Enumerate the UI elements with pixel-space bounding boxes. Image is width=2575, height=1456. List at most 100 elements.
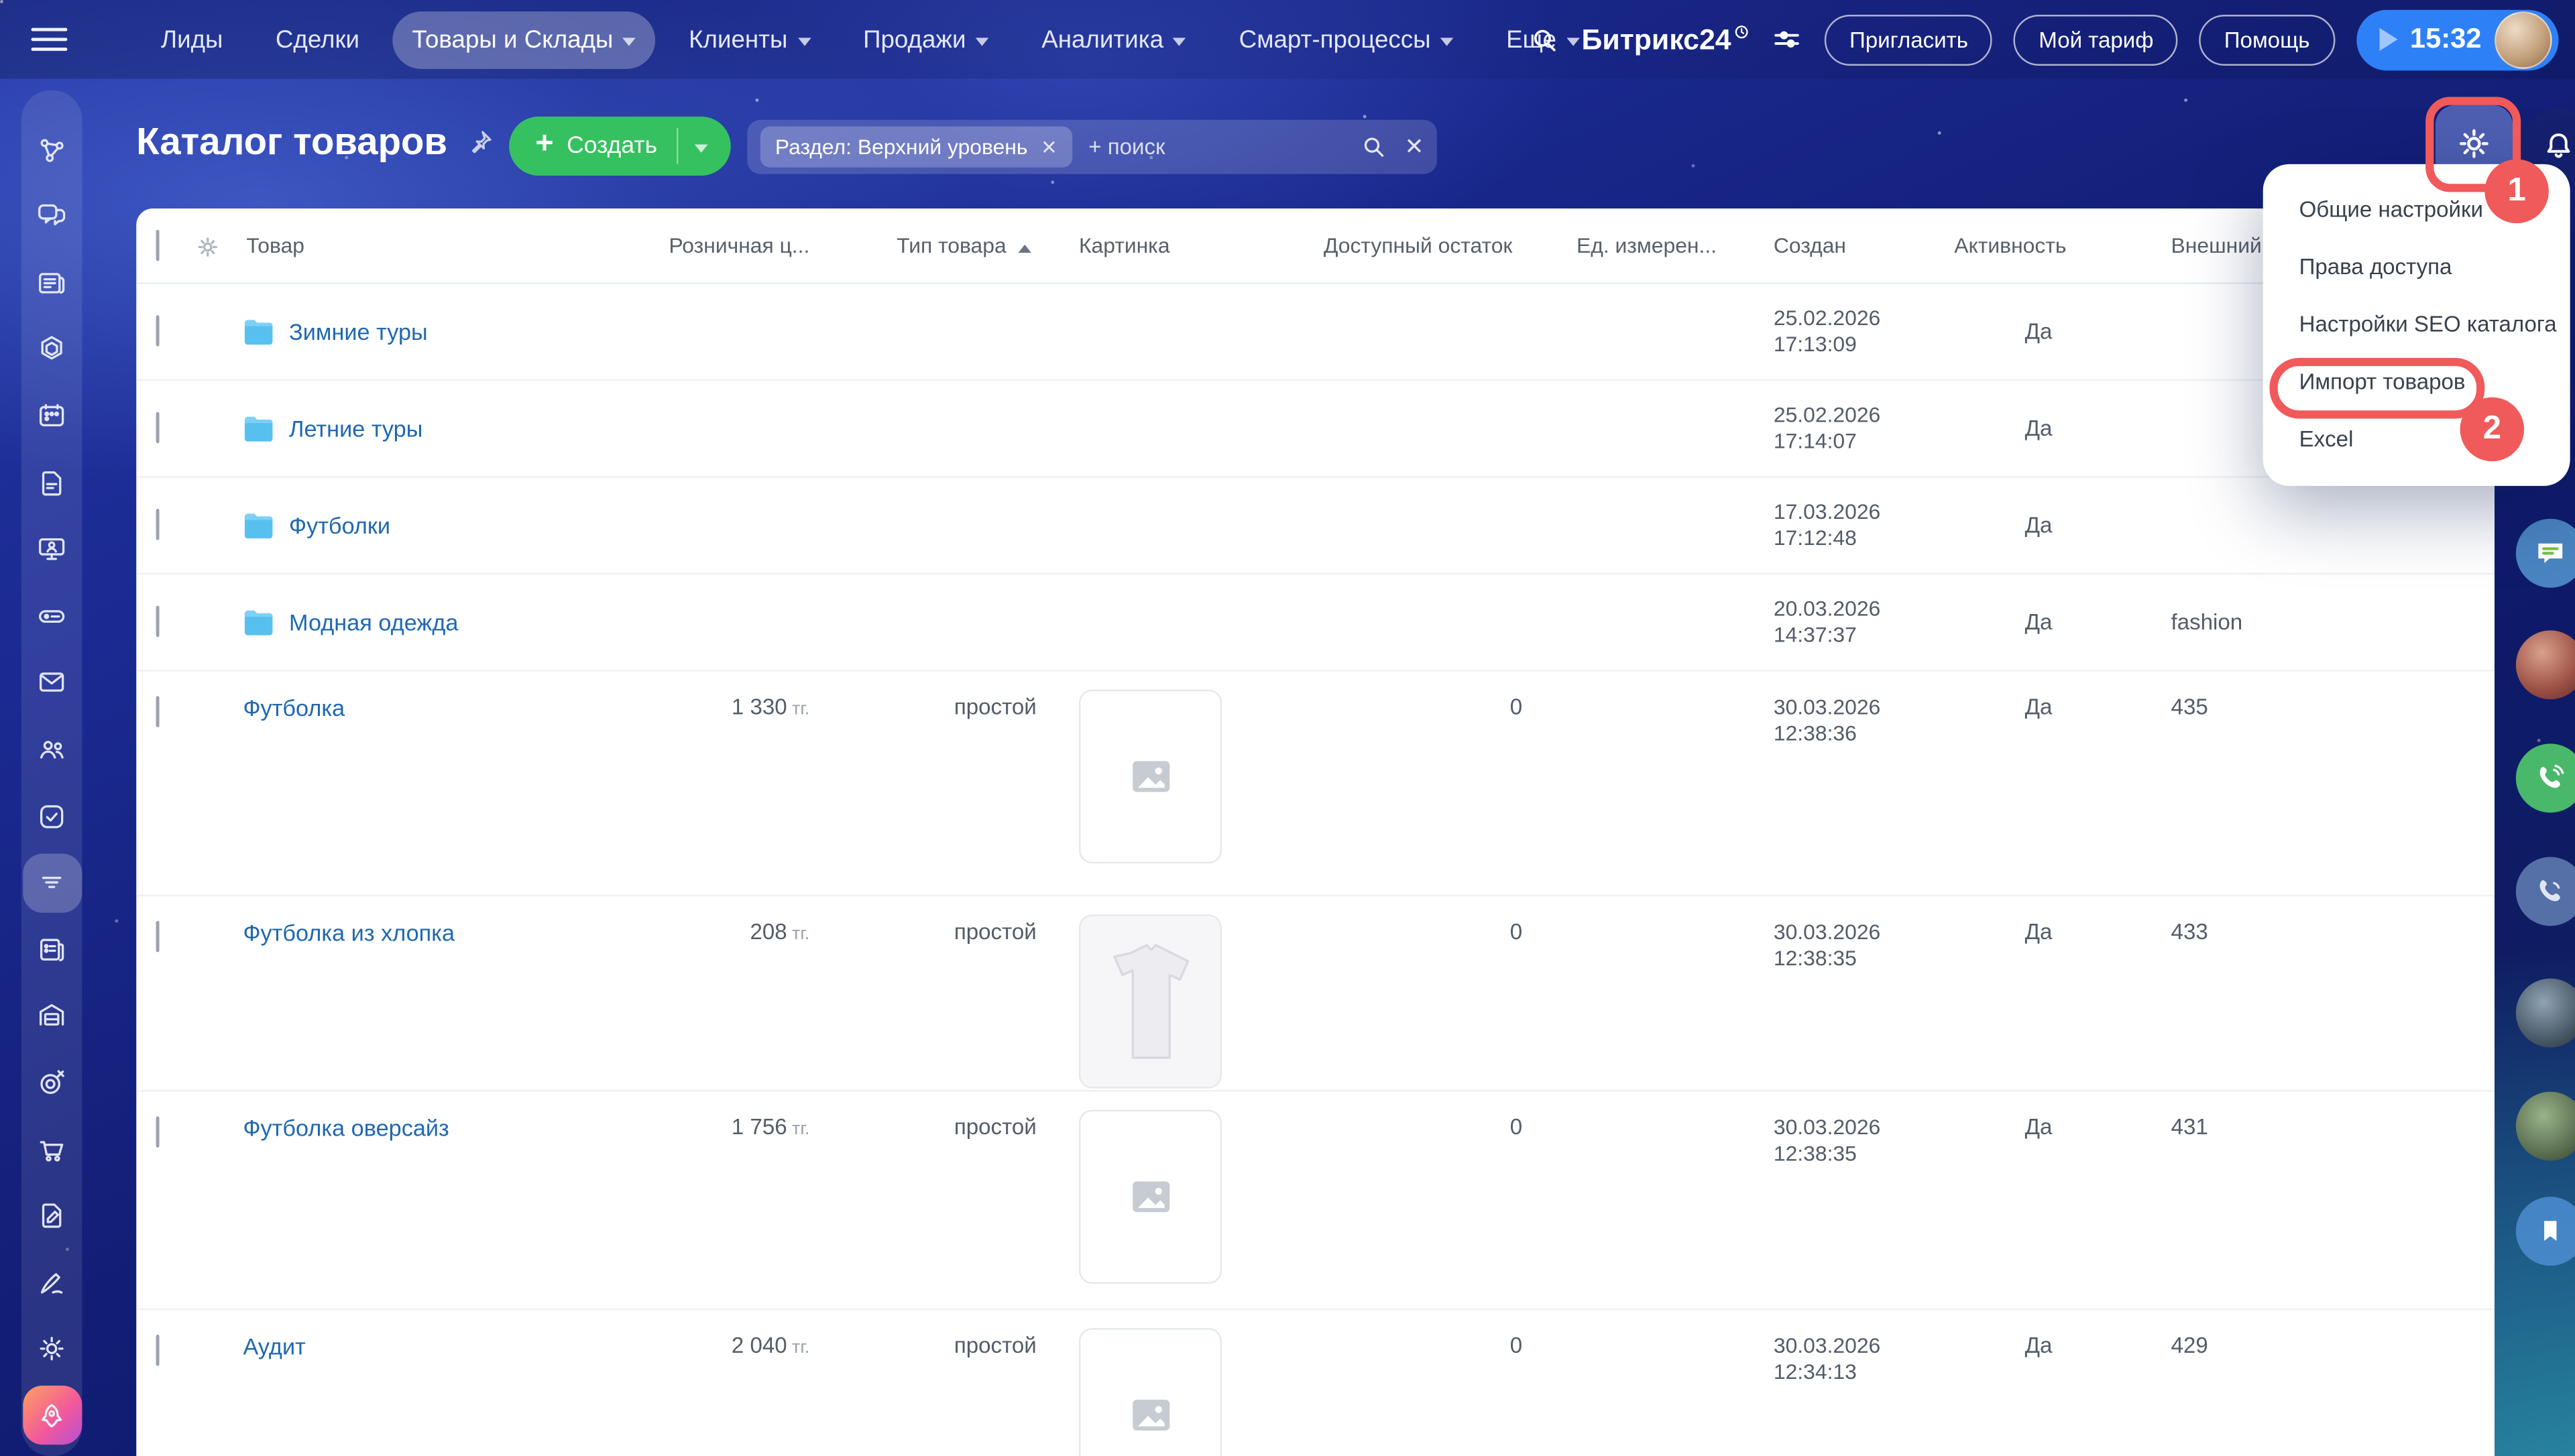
product-image-placeholder[interactable]: [1078, 689, 1222, 864]
filter-chip[interactable]: Раздел: Верхний уровень ✕: [760, 126, 1072, 168]
row-name-link[interactable]: Футболки: [289, 512, 390, 538]
column-header-product[interactable]: Товар: [246, 233, 304, 258]
user-avatar-2[interactable]: [2515, 978, 2575, 1048]
document-edit-icon[interactable]: [22, 1187, 81, 1246]
column-header-image[interactable]: Картинка: [1079, 233, 1170, 258]
type-cell: простой: [954, 694, 1037, 719]
phone-icon[interactable]: [2515, 857, 2575, 926]
row-checkbox[interactable]: [156, 509, 160, 540]
menu-item-4[interactable]: Excel: [2263, 410, 2570, 468]
column-header-created[interactable]: Создан: [1774, 233, 1846, 258]
row-checkbox[interactable]: [156, 605, 160, 638]
document-icon[interactable]: [22, 453, 81, 512]
table-row[interactable]: Летние туры 25.02.2026 17:14:07 Да: [136, 381, 2495, 478]
table-row[interactable]: Аудит 2 040 тг. простой 0 30.03.2026 12:34:13 Д…: [136, 1310, 2495, 1456]
table-row[interactable]: Футболка 1 330 тг. простой 0 30.03.2026 12:38:…: [136, 672, 2495, 897]
brand-logo[interactable]: Битрикс24: [1582, 22, 1750, 56]
row-checkbox[interactable]: [156, 412, 160, 444]
warehouse-icon[interactable]: [22, 986, 81, 1045]
row-checkbox[interactable]: [156, 315, 160, 347]
feed-icon[interactable]: [22, 253, 81, 312]
row-checkbox[interactable]: [156, 1335, 160, 1366]
table-row[interactable]: Футболка оверсайз 1 756 тг. простой 0 30.03.2…: [136, 1092, 2495, 1311]
filter-search-bar[interactable]: Раздел: Верхний уровень ✕ + поиск ✕: [747, 119, 1437, 174]
topbar-right: Битрикс24 Пригласить Мой тариф Помощь 15…: [1529, 0, 2559, 79]
table-row[interactable]: Модная одежда 20.03.2026 14:37:37 Да fashion: [136, 574, 2495, 672]
row-checkbox[interactable]: [156, 1116, 160, 1148]
product-image[interactable]: [1078, 914, 1222, 1089]
table-row[interactable]: Зимние туры 25.02.2026 17:13:09 Да: [136, 284, 2495, 381]
chat-bubble-icon[interactable]: [2515, 518, 2575, 588]
tasks-icon[interactable]: [22, 786, 81, 845]
create-button[interactable]: + Создать: [509, 116, 732, 176]
row-name-link[interactable]: Летние туры: [289, 416, 422, 442]
user-avatar[interactable]: [2495, 10, 2552, 68]
column-header-price[interactable]: Розничная ц...: [622, 233, 809, 258]
column-header-unit[interactable]: Ед. измерен...: [1577, 233, 1717, 258]
search-icon[interactable]: [1529, 24, 1560, 56]
product-image-placeholder[interactable]: [1078, 1328, 1222, 1456]
product-image-placeholder[interactable]: [1078, 1109, 1222, 1284]
row-name-link[interactable]: Аудит: [243, 1333, 305, 1359]
nav-item-2[interactable]: Товары и Склады: [392, 10, 656, 68]
user-avatar-3[interactable]: [2515, 1091, 2575, 1161]
column-header-stock[interactable]: Доступный остаток: [1324, 233, 1512, 258]
row-name-link[interactable]: Зимние туры: [289, 318, 428, 345]
table-row[interactable]: Футболки 17.03.2026 17:12:48 Да: [136, 478, 2495, 575]
funnel-icon[interactable]: [22, 853, 82, 912]
row-checkbox[interactable]: [156, 920, 160, 953]
calendar-icon[interactable]: [22, 386, 81, 445]
target-icon[interactable]: [22, 1053, 81, 1112]
sliders-icon[interactable]: [1770, 23, 1803, 56]
menu-item-1[interactable]: Права доступа: [2263, 238, 2570, 296]
row-name-link[interactable]: Футболка оверсайз: [243, 1115, 449, 1141]
select-all-checkbox[interactable]: [156, 229, 160, 261]
column-header-type[interactable]: Тип товара: [897, 233, 1031, 257]
nav-item-6[interactable]: Смарт-процессы: [1219, 11, 1473, 68]
bookmark-icon[interactable]: [2515, 1197, 2575, 1266]
mail-icon[interactable]: [22, 653, 81, 712]
clipboard-icon[interactable]: [22, 920, 81, 979]
hexagon-icon[interactable]: [22, 320, 81, 379]
stock-cell: 0: [1509, 694, 1523, 719]
network-icon[interactable]: [22, 120, 81, 179]
row-name-link[interactable]: Модная одежда: [289, 609, 458, 635]
menu-icon[interactable]: [31, 27, 68, 51]
remove-filter-icon[interactable]: ✕: [1041, 135, 1057, 158]
time-tracker-pill[interactable]: 15:32: [2356, 9, 2559, 70]
people-icon[interactable]: [22, 720, 81, 779]
nav-item-5[interactable]: Аналитика: [1022, 11, 1206, 68]
chevron-down-icon[interactable]: [695, 143, 709, 152]
menu-item-2[interactable]: Настройки SEO каталога: [2263, 296, 2570, 353]
nav-item-4[interactable]: Продажи: [844, 11, 1009, 68]
created-cell: 25.02.2026 17:13:09: [1773, 305, 1881, 357]
drive-icon[interactable]: [22, 587, 81, 646]
annotation-badge-2: 2: [2460, 397, 2525, 462]
row-checkbox[interactable]: [156, 696, 160, 727]
column-header-active[interactable]: Активность: [1954, 233, 2066, 258]
nav-item-3[interactable]: Клиенты: [669, 11, 830, 68]
chat-icon[interactable]: [22, 186, 81, 245]
search-placeholder[interactable]: + поиск: [1088, 135, 1360, 160]
clear-search-icon[interactable]: ✕: [1405, 133, 1424, 161]
column-settings-gear-icon[interactable]: [195, 235, 220, 259]
phone-green-icon[interactable]: [2515, 743, 2575, 813]
nav-item-1[interactable]: Сделки: [255, 11, 379, 68]
cart-icon[interactable]: [22, 1119, 81, 1178]
invite-button[interactable]: Пригласить: [1825, 13, 1993, 65]
pen-icon[interactable]: [22, 1253, 81, 1312]
row-name-link[interactable]: Футболка из хлопка: [243, 919, 455, 945]
meeting-icon[interactable]: [22, 520, 81, 579]
page-title: Каталог товаров: [136, 120, 495, 164]
my-plan-button[interactable]: Мой тариф: [2014, 13, 2179, 65]
pin-icon[interactable]: [467, 128, 495, 156]
nav-item-0[interactable]: Лиды: [141, 11, 243, 68]
gear-icon[interactable]: [22, 1319, 81, 1378]
help-button[interactable]: Помощь: [2199, 13, 2335, 65]
search-icon[interactable]: [1360, 133, 1388, 161]
row-name-link[interactable]: Футболка: [243, 694, 345, 721]
rocket-icon[interactable]: [22, 1386, 82, 1446]
table-row[interactable]: Футболка из хлопка 208 тг. простой 0 30.03.20…: [136, 896, 2495, 1092]
created-cell: 25.02.2026 17:14:07: [1773, 402, 1881, 453]
user-avatar-1[interactable]: [2515, 630, 2575, 700]
